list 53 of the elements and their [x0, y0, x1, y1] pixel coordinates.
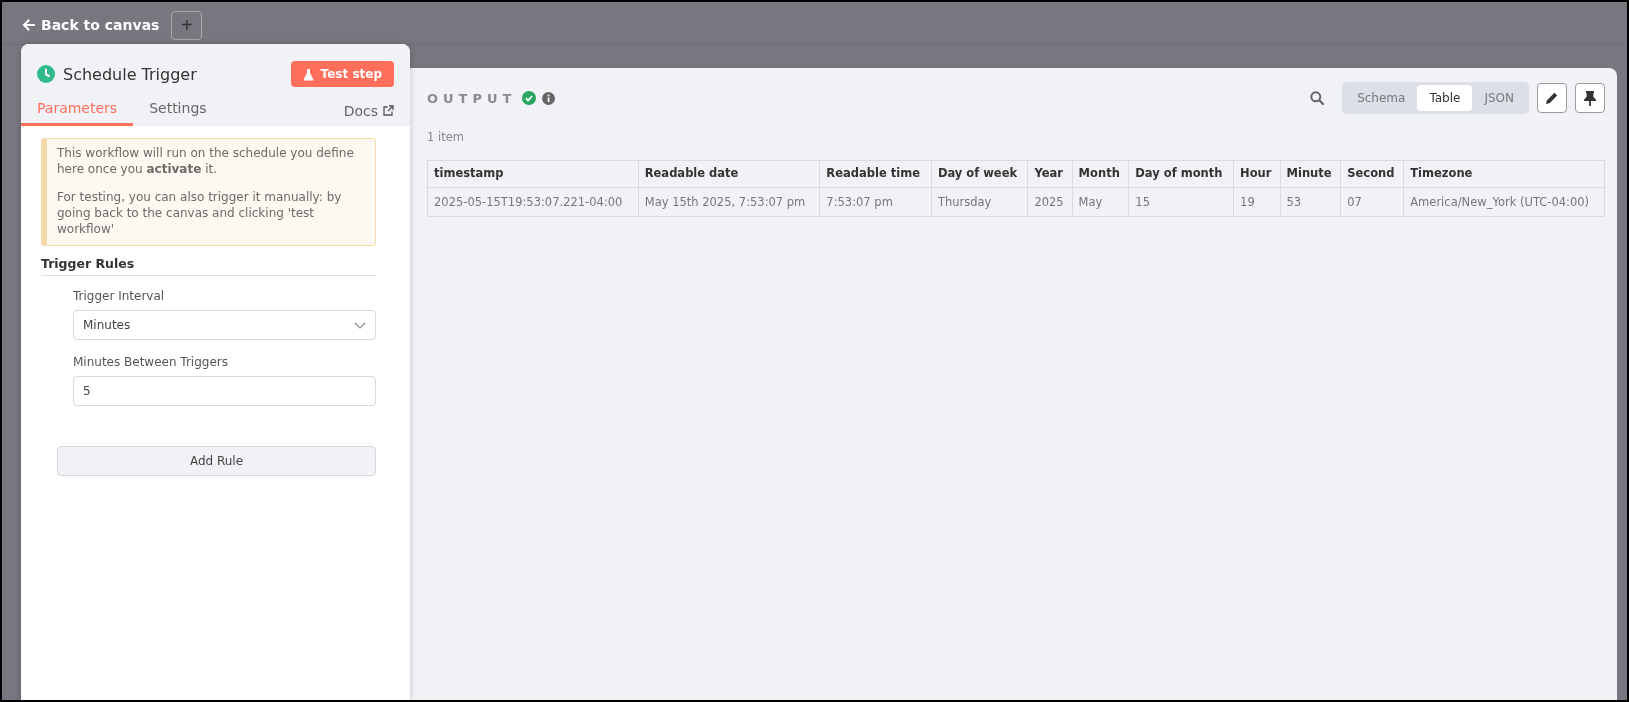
item-count: 1 item: [427, 130, 465, 144]
column-header: Year: [1027, 160, 1073, 188]
table-cell: Thursday: [931, 187, 1028, 217]
field-label: Trigger Interval: [73, 289, 166, 303]
pencil-icon: [1545, 91, 1559, 105]
notice-text: For testing, you can also trigger it manually: by going back to the canvas and clicking 'test workflow': [57, 189, 343, 237]
table-cell: 19: [1233, 187, 1280, 217]
pin-button[interactable]: [1575, 83, 1605, 113]
column-header: Minute: [1280, 160, 1341, 188]
table-cell: 7:53:07 pm: [819, 187, 932, 217]
edit-button[interactable]: [1537, 83, 1567, 113]
add-button[interactable]: +: [171, 10, 203, 40]
test-step-button[interactable]: Test step: [290, 61, 394, 87]
notice-text: This workflow will run on the schedule you define here once you activate it.: [57, 145, 355, 177]
docs-link[interactable]: Docs: [343, 102, 394, 119]
table-cell: May: [1072, 187, 1129, 217]
view-tab[interactable]: Table: [1417, 85, 1473, 111]
add-rule-button[interactable]: Add Rule: [57, 446, 376, 476]
interval-select[interactable]: Minutes: [73, 310, 376, 340]
arrow-left-icon: [22, 19, 35, 31]
column-header: Hour: [1233, 160, 1280, 188]
info-icon[interactable]: [542, 91, 556, 105]
section-heading: Trigger Rules: [41, 256, 376, 276]
check-circle-icon: [522, 91, 537, 105]
view-tab[interactable]: Schema: [1345, 85, 1418, 111]
table-cell: May 15th 2025, 7:53:07 pm: [638, 187, 820, 217]
search-icon[interactable]: [1310, 91, 1325, 105]
table-cell: 2025-05-15T19:53:07.221-04:00: [427, 187, 639, 217]
column-header: Day of week: [931, 160, 1028, 188]
table-cell: America/New_York (UTC-04:00): [1403, 187, 1605, 217]
flask-icon: [302, 67, 314, 81]
column-header: Readable date: [638, 160, 820, 188]
column-header: Timezone: [1403, 160, 1605, 188]
view-tab[interactable]: JSON: [1472, 85, 1526, 111]
table-cell: 2025: [1027, 187, 1073, 217]
pin-icon: [1584, 90, 1596, 106]
table-cell: 53: [1280, 187, 1341, 217]
chevron-down-icon: [354, 321, 366, 329]
column-header: Month: [1072, 160, 1129, 188]
column-header: Day of month: [1128, 160, 1234, 188]
clock-icon: [37, 65, 55, 83]
node-title: Schedule Trigger: [63, 64, 197, 84]
external-link-icon: [383, 105, 394, 116]
back-to-canvas-link[interactable]: Back to canvas: [22, 17, 160, 33]
column-header: Second: [1340, 160, 1404, 188]
panel-tab[interactable]: Settings: [133, 95, 223, 126]
table-cell: 07: [1340, 187, 1404, 217]
table-cell: 15: [1128, 187, 1234, 217]
column-header: timestamp: [427, 160, 639, 188]
output-title: OUTPUT: [427, 90, 517, 106]
column-header: Readable time: [819, 160, 932, 188]
number-input[interactable]: 5: [73, 376, 376, 406]
field-label: Minutes Between Triggers: [73, 355, 229, 369]
